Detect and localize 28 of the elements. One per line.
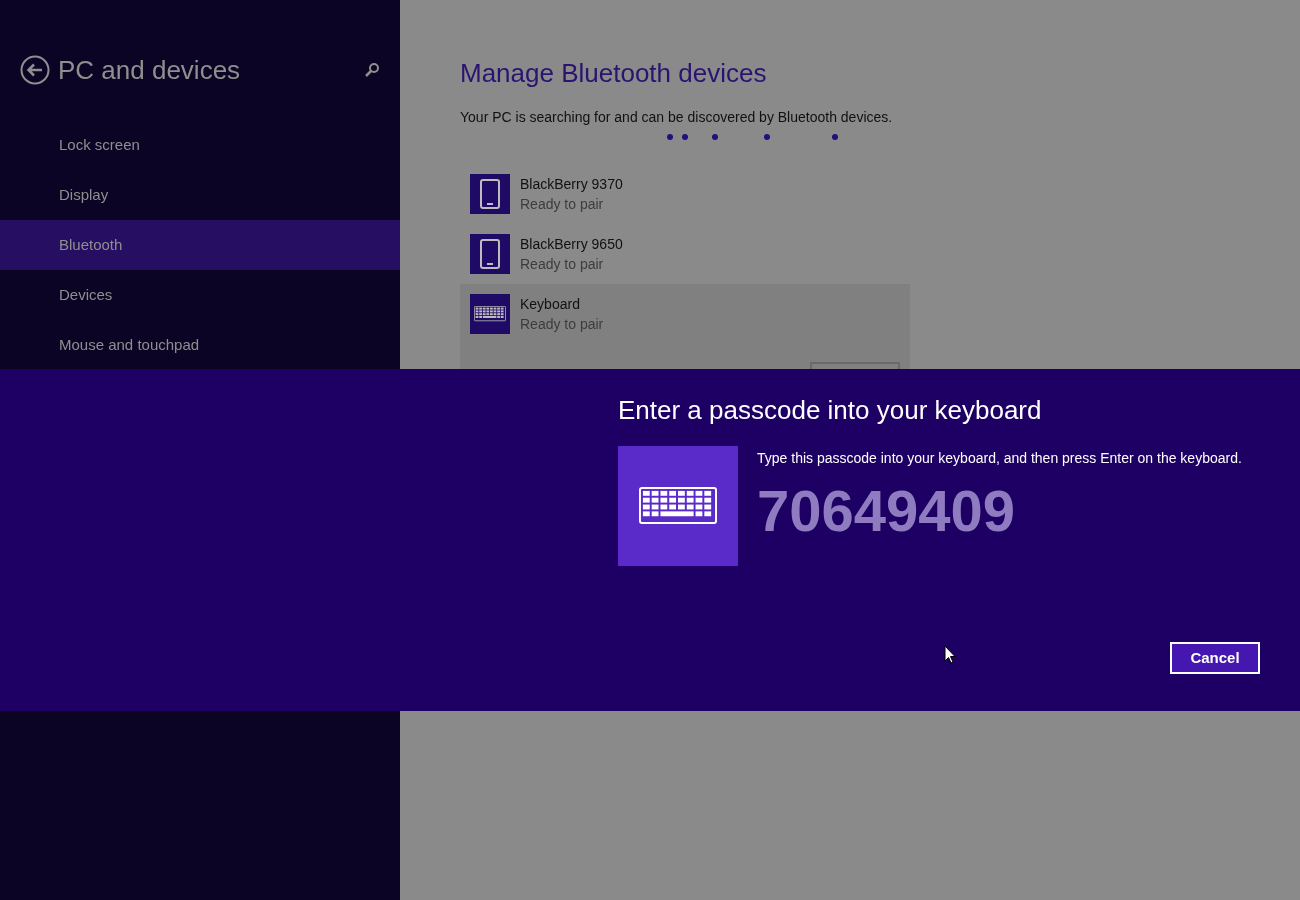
dialog-title: Enter a passcode into your keyboard xyxy=(618,394,1043,427)
device-item[interactable]: BlackBerry 9370 Ready to pair xyxy=(460,164,910,224)
dialog-instruction: Type this passcode into your keyboard, and then press Enter on the keyboard. xyxy=(757,449,1242,468)
passcode: 70649409 xyxy=(757,479,1017,543)
sidebar-title: PC and devices xyxy=(58,53,241,87)
mouse-pointer-icon xyxy=(944,645,956,664)
sidebar-item[interactable]: Lock screen xyxy=(0,120,400,170)
keyboard-icon xyxy=(639,487,717,525)
phone-icon xyxy=(480,239,500,269)
page-title: Manage Bluetooth devices xyxy=(460,57,768,90)
back-icon[interactable] xyxy=(20,55,50,85)
sidebar-item[interactable]: Mouse and touchpad xyxy=(0,320,400,370)
device-item[interactable]: BlackBerry 9650 Ready to pair xyxy=(460,224,910,284)
device-status: Ready to pair xyxy=(520,255,605,274)
device-name: Keyboard xyxy=(520,295,581,314)
phone-icon xyxy=(480,179,500,209)
cancel-button[interactable]: Cancel xyxy=(1170,642,1260,674)
sidebar-item[interactable]: Display xyxy=(0,170,400,220)
search-icon[interactable] xyxy=(364,62,380,78)
search-status: Your PC is searching for and can be discovered by Bluetooth devices. xyxy=(460,108,894,127)
keyboard-icon xyxy=(474,306,506,322)
device-name: BlackBerry 9650 xyxy=(520,235,623,254)
device-name: BlackBerry 9370 xyxy=(520,175,623,194)
sidebar-item[interactable]: Bluetooth xyxy=(0,220,400,270)
progress-dots-icon xyxy=(667,134,839,140)
device-status: Ready to pair xyxy=(520,195,605,214)
sidebar-item[interactable]: Devices xyxy=(0,270,400,320)
device-status: Ready to pair xyxy=(520,315,604,334)
